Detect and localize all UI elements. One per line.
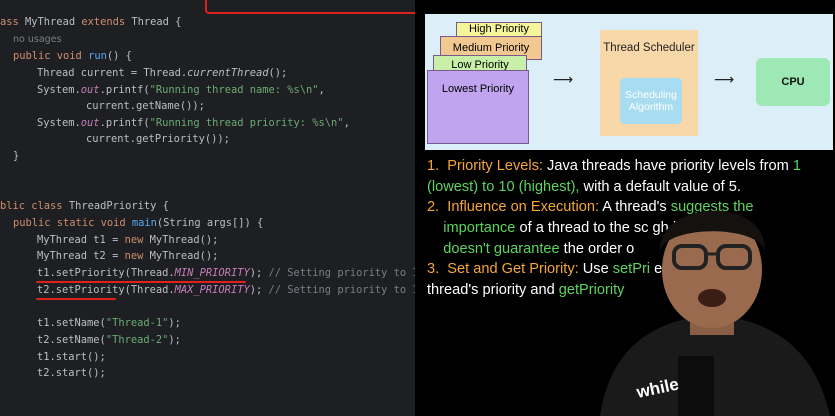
usage-hint: no usages xyxy=(13,34,62,45)
code-line-t2-setname: t2.setName("Thread-2"); xyxy=(37,334,181,346)
code-line-t1-setpriority: t1.setPriority(Thread.MIN_PRIORITY); // … xyxy=(37,267,415,279)
scheduling-algorithm-box: Scheduling Algorithm xyxy=(620,78,682,124)
code-line-main-method: public static void main(String args[]) { xyxy=(13,217,264,229)
lowest-priority-box: Lowest Priority xyxy=(427,70,529,144)
red-underline-1 xyxy=(36,281,246,283)
thread-scheduler-box: Thread Scheduler Scheduling Algorithm xyxy=(600,30,698,136)
code-line-get-priority: current.getPriority()); xyxy=(86,133,230,145)
code-line-class-threadpriority: blic class ThreadPriority { xyxy=(0,200,169,212)
code-line-t1-setname: t1.setName("Thread-1"); xyxy=(37,317,181,329)
code-line-print-name: System.out.printf("Running thread name: … xyxy=(37,84,325,96)
code-line-t2-new: MyThread t2 = new MyThread(); xyxy=(37,250,219,262)
presenter-mouth xyxy=(698,289,726,307)
code-line-close-brace: } xyxy=(13,150,20,162)
code-editor[interactable]: ass MyThread extends Thread { no usages … xyxy=(0,0,415,416)
microphone-icon xyxy=(678,356,714,416)
code-line-run-method: public void run() { xyxy=(13,50,132,62)
presenter-webcam: while xyxy=(600,210,830,416)
code-line-t1-new: MyThread t1 = new MyThread(); xyxy=(37,234,219,246)
code-line-class-mythread: ass MyThread extends Thread { xyxy=(0,16,182,28)
code-line-get-name: current.getName()); xyxy=(86,100,205,112)
code-line-t1-start: t1.start(); xyxy=(37,351,106,363)
code-line-t2-setpriority: t2.setPriority(Thread.MAX_PRIORITY); // … xyxy=(37,284,415,296)
arrow-right-icon: ⟶ xyxy=(553,72,574,88)
thread-scheduler-label: Thread Scheduler xyxy=(603,42,695,54)
cpu-box: CPU xyxy=(756,58,830,106)
code-line-current-thread: Thread current = Thread.currentThread(); xyxy=(37,67,288,79)
arrow-right-icon: ⟶ xyxy=(714,72,735,88)
code-line-print-priority: System.out.printf("Running thread priori… xyxy=(37,117,350,129)
code-line-t2-start: t2.start(); xyxy=(37,367,106,379)
red-underline-2 xyxy=(36,298,116,300)
